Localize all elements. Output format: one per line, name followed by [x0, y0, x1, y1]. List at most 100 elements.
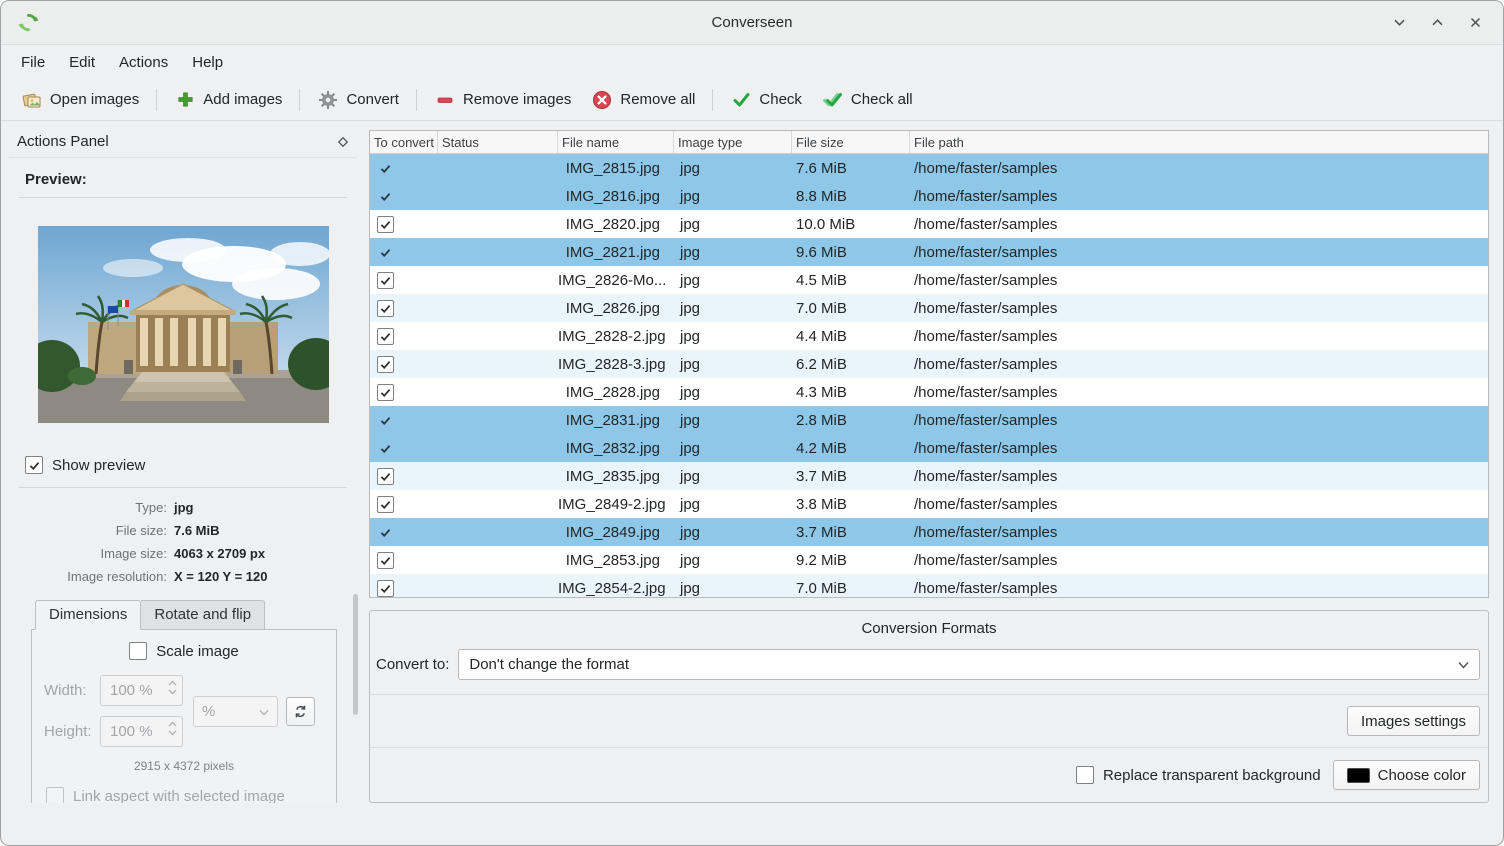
column-header-file-name[interactable]: File name [558, 131, 674, 153]
column-header-status[interactable]: Status [438, 131, 558, 153]
dock-float-icon[interactable] [337, 136, 349, 148]
replace-background-checkbox[interactable] [1076, 766, 1094, 784]
table-row[interactable]: IMG_2826.jpgjpg7.0 MiB/home/faster/sampl… [370, 294, 1488, 322]
row-image-type: jpg [674, 244, 792, 261]
table-row[interactable]: IMG_2831.jpgjpg2.8 MiB/home/faster/sampl… [370, 406, 1488, 434]
menu-actions[interactable]: Actions [107, 49, 180, 76]
table-row[interactable]: IMG_2821.jpgjpg9.6 MiB/home/faster/sampl… [370, 238, 1488, 266]
type-label: Type: [19, 500, 167, 515]
row-checkbox[interactable] [377, 468, 394, 485]
open-images-label: Open images [50, 91, 139, 108]
choose-color-button[interactable]: Choose color [1333, 760, 1480, 790]
menu-edit[interactable]: Edit [57, 49, 107, 76]
color-swatch [1347, 768, 1370, 783]
images-settings-button[interactable]: Images settings [1347, 706, 1480, 736]
row-image-type: jpg [674, 216, 792, 233]
link-aspect-checkbox [46, 787, 64, 803]
row-file-size: 4.3 MiB [792, 384, 910, 401]
table-row[interactable]: IMG_2849-2.jpgjpg3.8 MiB/home/faster/sam… [370, 490, 1488, 518]
table-row[interactable]: IMG_2835.jpgjpg3.7 MiB/home/faster/sampl… [370, 462, 1488, 490]
menu-help[interactable]: Help [180, 49, 235, 76]
row-file-size: 4.2 MiB [792, 440, 910, 457]
check-all-button[interactable]: Check all [812, 83, 923, 117]
row-file-path: /home/faster/samples [910, 216, 1488, 233]
add-images-label: Add images [203, 91, 282, 108]
table-row[interactable]: IMG_2832.jpgjpg4.2 MiB/home/faster/sampl… [370, 434, 1488, 462]
row-checkbox[interactable] [377, 244, 394, 261]
row-checkbox[interactable] [377, 300, 394, 317]
actions-panel-title: Actions Panel [17, 133, 109, 150]
toolbar-separator [712, 89, 713, 111]
column-header-image-type[interactable]: Image type [674, 131, 792, 153]
row-checkbox[interactable] [377, 160, 394, 177]
row-image-type: jpg [674, 384, 792, 401]
conversion-formats-panel: Conversion Formats Convert to: Don't cha… [369, 610, 1489, 803]
format-combobox[interactable]: Don't change the format [458, 649, 1480, 680]
column-header-file-size[interactable]: File size [792, 131, 910, 153]
unit-combobox: % [193, 696, 278, 727]
row-file-path: /home/faster/samples [910, 328, 1488, 345]
row-checkbox[interactable] [377, 188, 394, 205]
row-file-name: IMG_2854-2.jpg [558, 580, 674, 597]
open-images-icon [21, 89, 43, 111]
table-row[interactable]: IMG_2816.jpgjpg8.8 MiB/home/faster/sampl… [370, 182, 1488, 210]
row-image-type: jpg [674, 440, 792, 457]
open-images-button[interactable]: Open images [11, 83, 149, 117]
row-image-type: jpg [674, 552, 792, 569]
check-label: Check [759, 91, 802, 108]
table-row[interactable]: IMG_2849.jpgjpg3.7 MiB/home/faster/sampl… [370, 518, 1488, 546]
table-row[interactable]: IMG_2828-3.jpgjpg6.2 MiB/home/faster/sam… [370, 350, 1488, 378]
panel-scrollbar[interactable] [352, 594, 359, 803]
row-checkbox[interactable] [377, 524, 394, 541]
toolbar: Open images Add images Convert [1, 79, 1503, 121]
row-checkbox[interactable] [377, 552, 394, 569]
row-image-type: jpg [674, 468, 792, 485]
row-file-size: 2.8 MiB [792, 412, 910, 429]
row-checkbox[interactable] [377, 272, 394, 289]
remove-all-button[interactable]: Remove all [581, 83, 705, 117]
add-images-button[interactable]: Add images [164, 83, 292, 117]
row-file-size: 3.8 MiB [792, 496, 910, 513]
sync-dimensions-button[interactable] [286, 697, 315, 726]
minimize-icon[interactable] [1387, 11, 1411, 35]
remove-images-button[interactable]: Remove images [424, 83, 581, 117]
scrollbar-handle[interactable] [353, 594, 358, 715]
column-header-to-convert[interactable]: To convert [370, 131, 438, 153]
row-checkbox[interactable] [377, 216, 394, 233]
row-file-name: IMG_2815.jpg [558, 160, 674, 177]
tab-rotate-flip[interactable]: Rotate and flip [141, 600, 265, 630]
row-file-path: /home/faster/samples [910, 160, 1488, 177]
close-icon[interactable] [1463, 11, 1487, 35]
toolbar-separator [299, 89, 300, 111]
row-file-path: /home/faster/samples [910, 524, 1488, 541]
tab-dimensions[interactable]: Dimensions [35, 600, 141, 630]
menu-file[interactable]: File [9, 49, 57, 76]
dimensions-tab-panel: Scale image Width: 100 % [31, 629, 337, 803]
table-row[interactable]: IMG_2828-2.jpgjpg4.4 MiB/home/faster/sam… [370, 322, 1488, 350]
row-checkbox[interactable] [377, 412, 394, 429]
row-checkbox[interactable] [377, 356, 394, 373]
maximize-icon[interactable] [1425, 11, 1449, 35]
app-logo-icon [17, 11, 40, 34]
row-checkbox[interactable] [377, 440, 394, 457]
width-spinbox: 100 % [100, 675, 183, 706]
resolution-label: Image resolution: [19, 569, 167, 584]
convert-button[interactable]: Convert [307, 83, 409, 117]
show-preview-checkbox[interactable] [25, 456, 43, 474]
row-checkbox[interactable] [377, 496, 394, 513]
table-row[interactable]: IMG_2854-2.jpgjpg7.0 MiB/home/faster/sam… [370, 574, 1488, 597]
check-button[interactable]: Check [720, 83, 812, 117]
content-column: To convert Status File name Image type F… [369, 130, 1489, 803]
table-row[interactable]: IMG_2826-Mo...jpg4.5 MiB/home/faster/sam… [370, 266, 1488, 294]
column-header-file-path[interactable]: File path [910, 131, 1488, 153]
table-row[interactable]: IMG_2815.jpgjpg7.6 MiB/home/faster/sampl… [370, 154, 1488, 182]
table-row[interactable]: IMG_2820.jpgjpg10.0 MiB/home/faster/samp… [370, 210, 1488, 238]
table-row[interactable]: IMG_2828.jpgjpg4.3 MiB/home/faster/sampl… [370, 378, 1488, 406]
row-checkbox[interactable] [377, 384, 394, 401]
dimension-tabs: Dimensions Rotate and flip [35, 600, 347, 630]
row-checkbox[interactable] [377, 328, 394, 345]
actions-panel: Actions Panel Preview: [9, 130, 357, 803]
row-checkbox[interactable] [377, 580, 394, 597]
scale-image-checkbox[interactable] [129, 642, 147, 660]
table-row[interactable]: IMG_2853.jpgjpg9.2 MiB/home/faster/sampl… [370, 546, 1488, 574]
